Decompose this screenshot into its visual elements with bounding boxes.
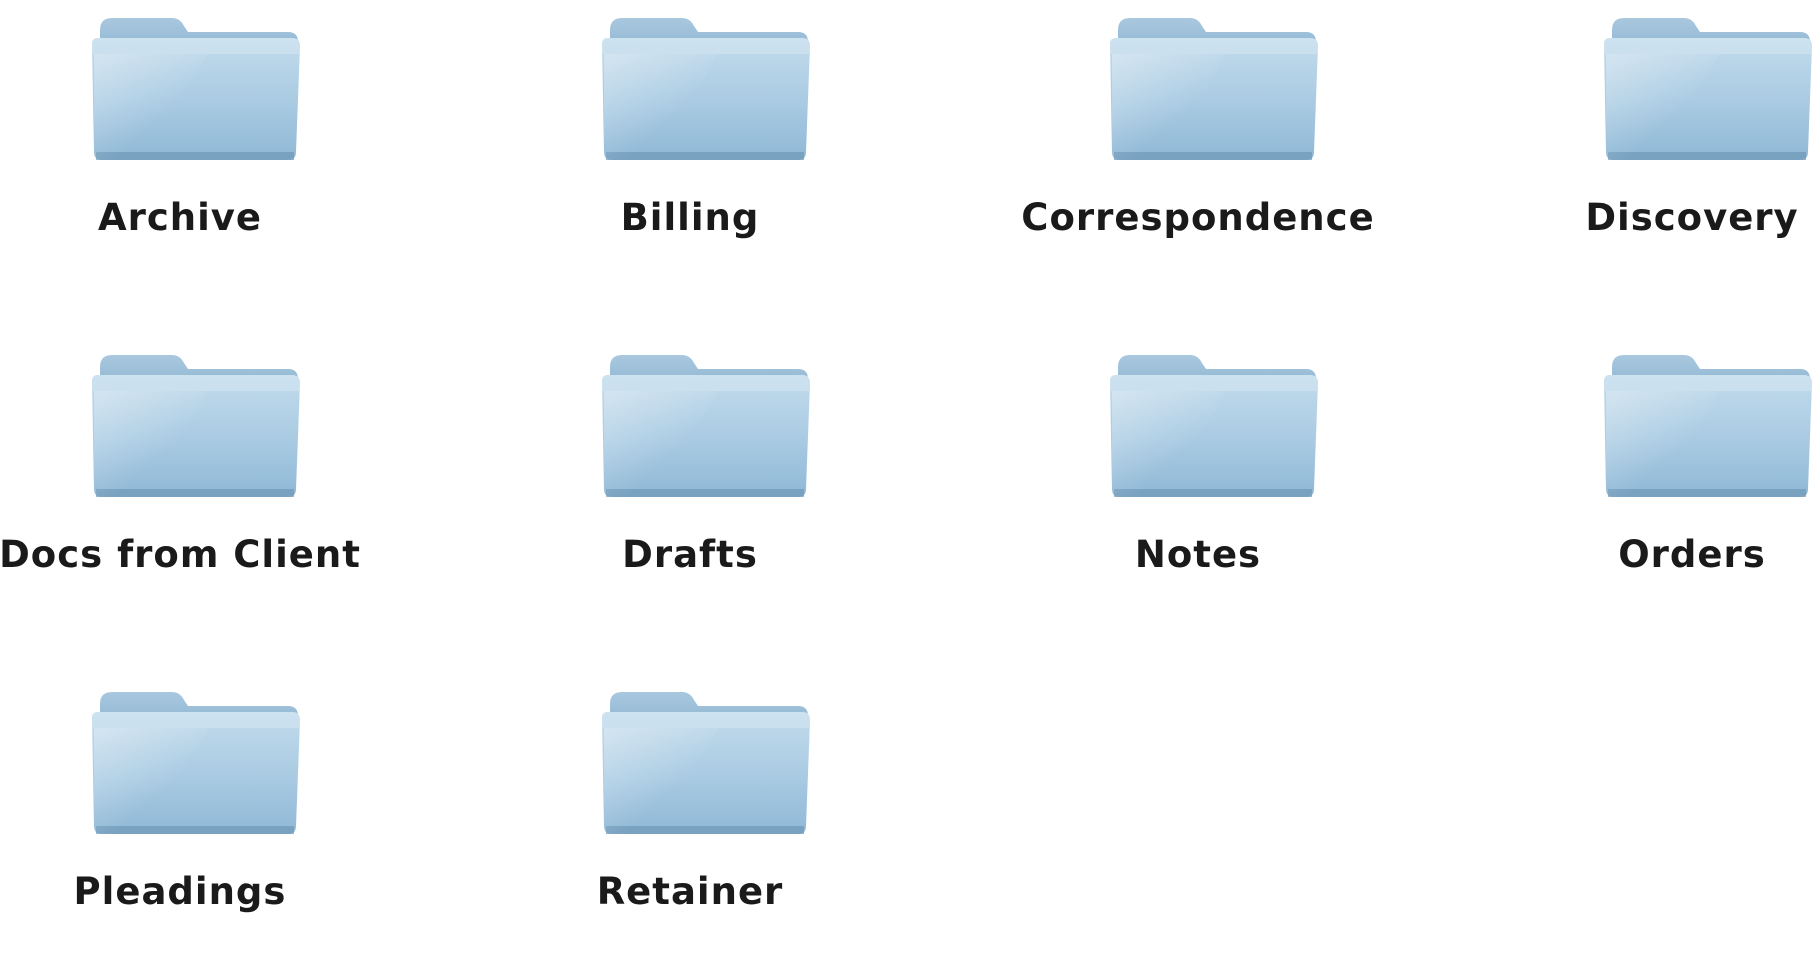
folder-docs-from-client[interactable]: Docs from Client — [0, 337, 360, 617]
folder-icon — [1604, 355, 1812, 497]
folder-icon — [92, 355, 300, 497]
folder-label: Drafts — [622, 533, 758, 576]
folder-label: Billing — [620, 196, 760, 239]
folder-drafts[interactable]: Drafts — [520, 337, 860, 617]
folder-icon — [602, 692, 810, 834]
folder-retainer[interactable]: Retainer — [520, 674, 860, 954]
folder-label: Retainer — [596, 870, 784, 913]
folder-icon — [602, 355, 810, 497]
folder-icon — [1110, 18, 1318, 160]
folder-icon — [1110, 355, 1318, 497]
folder-label: Docs from Client — [0, 533, 361, 576]
folder-label: Pleadings — [73, 870, 287, 913]
folder-archive[interactable]: Archive — [10, 0, 350, 280]
folder-label: Correspondence — [1021, 196, 1375, 239]
folder-grid: Archive Billing Correspondence Discovery… — [0, 0, 1819, 923]
folder-discovery[interactable]: Discovery — [1522, 0, 1819, 280]
folder-label: Orders — [1618, 533, 1766, 576]
folder-icon — [92, 692, 300, 834]
folder-label: Discovery — [1585, 196, 1799, 239]
folder-notes[interactable]: Notes — [1028, 337, 1368, 617]
folder-icon — [92, 18, 300, 160]
folder-icon — [602, 18, 810, 160]
folder-icon — [1604, 18, 1812, 160]
folder-label: Archive — [97, 196, 263, 239]
folder-correspondence[interactable]: Correspondence — [1021, 0, 1374, 280]
folder-pleadings[interactable]: Pleadings — [10, 674, 350, 954]
folder-billing[interactable]: Billing — [520, 0, 860, 280]
folder-label: Notes — [1134, 533, 1262, 576]
folder-orders[interactable]: Orders — [1522, 337, 1819, 617]
